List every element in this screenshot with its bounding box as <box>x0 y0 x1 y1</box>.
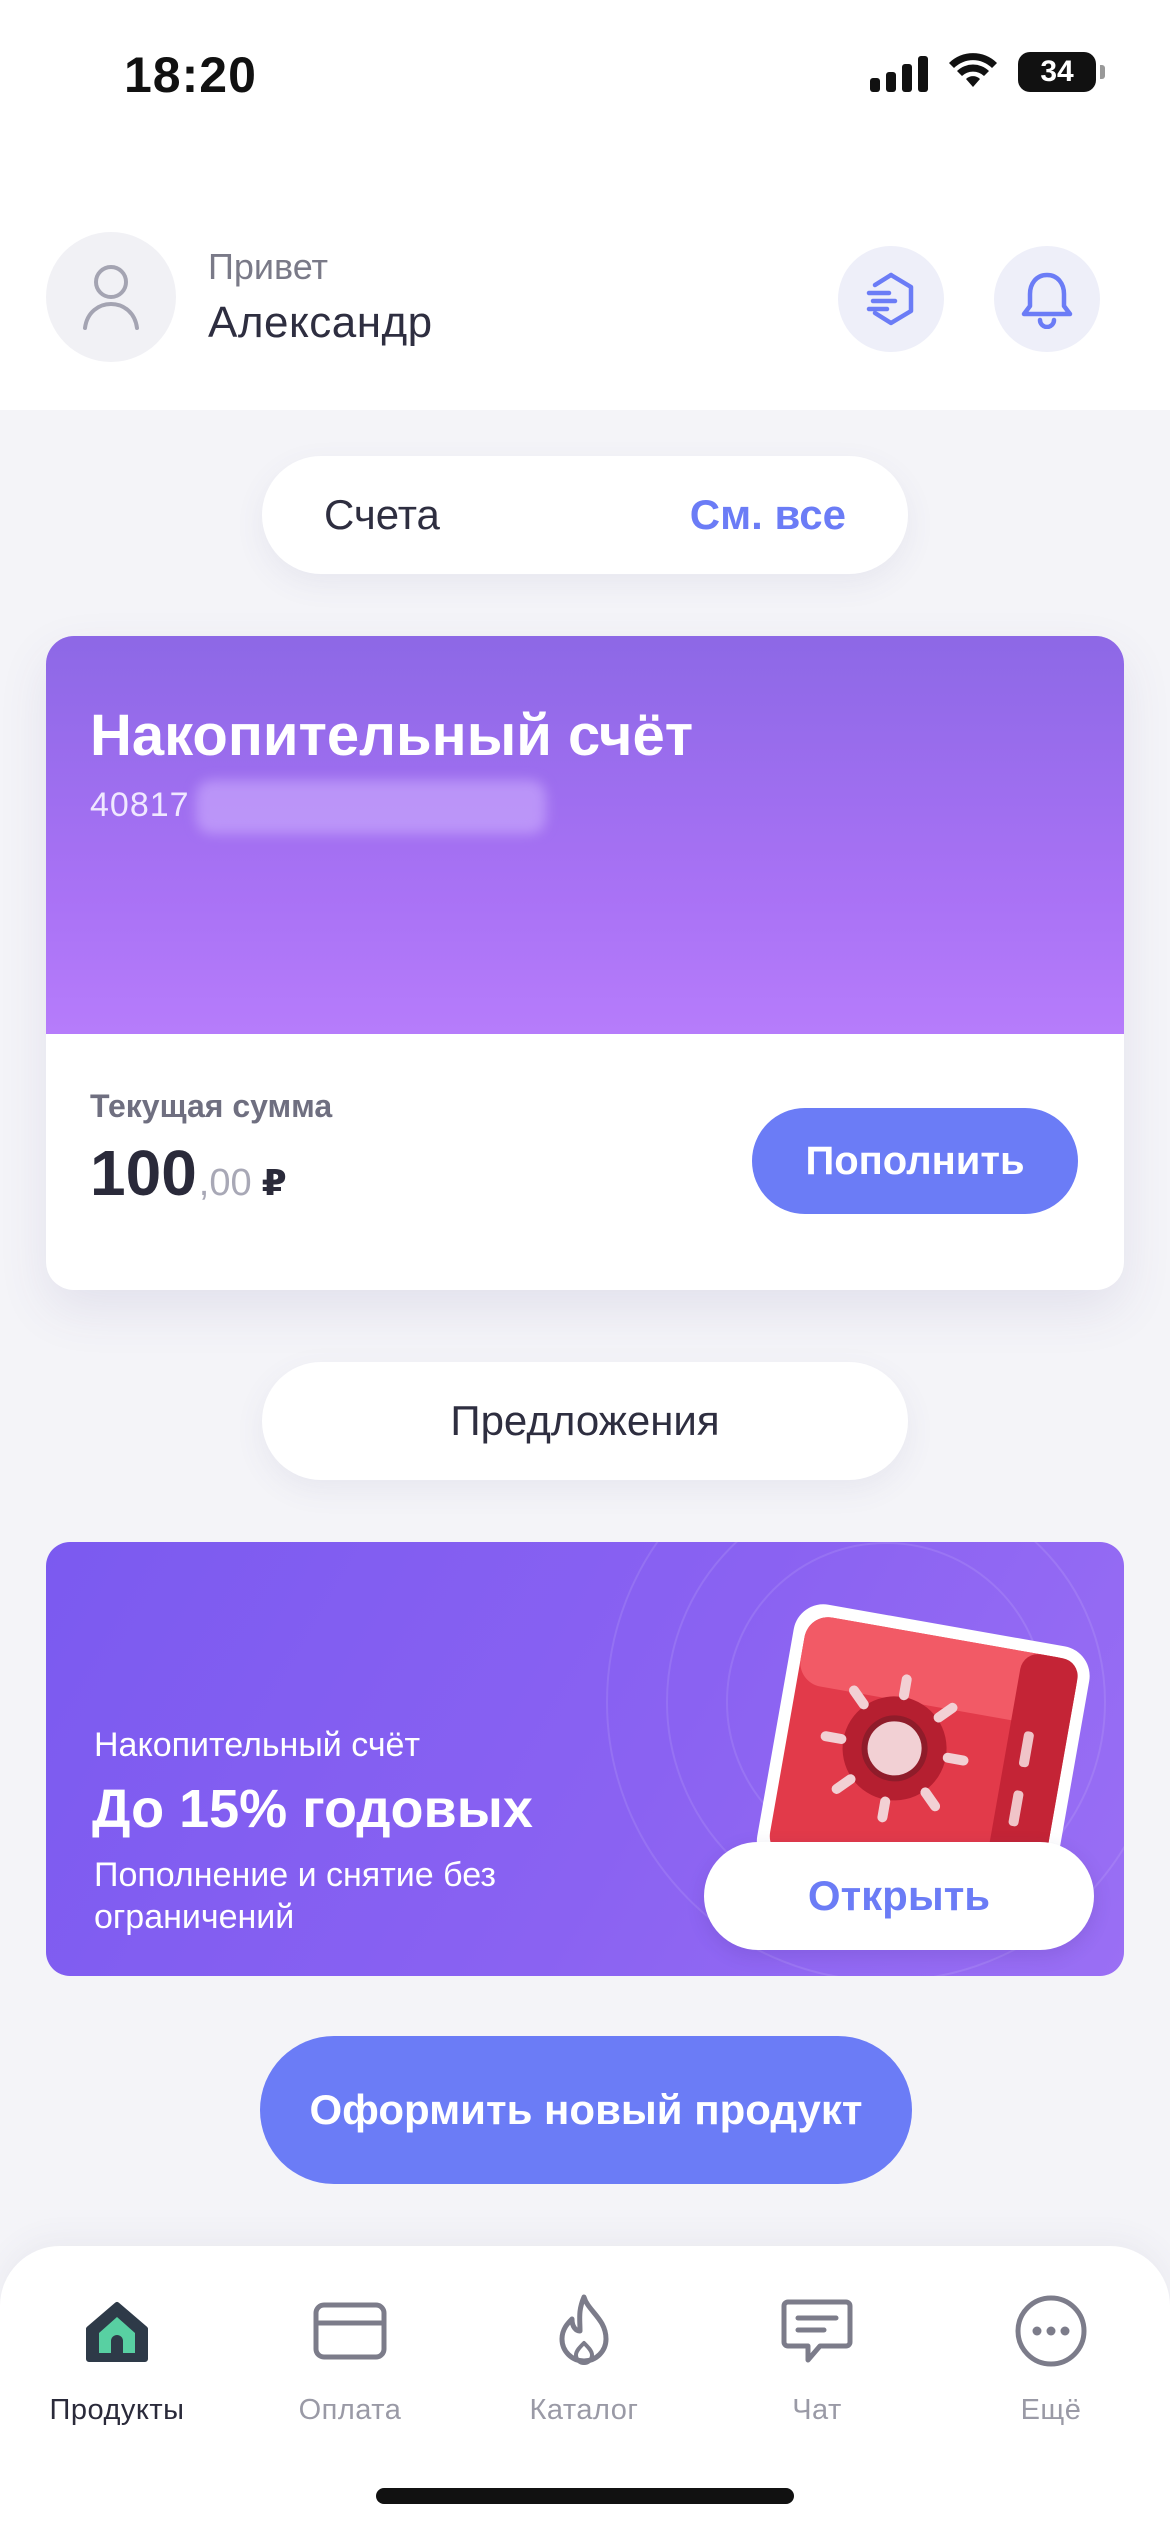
home-indicator[interactable] <box>376 2488 794 2504</box>
greeting-text: Привет <box>208 246 329 287</box>
status-bar: 18:20 34 <box>0 0 1170 150</box>
user-name: Александр <box>208 298 433 347</box>
account-card[interactable]: Накопительный счёт 40817 Текущая сумма 1… <box>46 636 1124 1290</box>
status-time: 18:20 <box>124 47 257 103</box>
status-icons: 34 <box>870 52 1105 92</box>
sum-cents: ,00 <box>198 1162 252 1204</box>
offer-banner[interactable]: Накопительный счёт До 15% годовых Пополн… <box>46 1542 1124 1976</box>
tab-catalog[interactable]: Каталог <box>484 2286 684 2427</box>
tab-more[interactable]: Ещё <box>951 2286 1151 2427</box>
exchange-button[interactable] <box>838 246 944 352</box>
currency-symbol: ₽ <box>261 1162 287 1203</box>
offer-subtitle: Накопительный счёт <box>94 1726 421 1764</box>
exchange-icon <box>866 272 914 326</box>
bell-icon <box>1021 272 1073 329</box>
accounts-title: Счета <box>324 491 440 538</box>
flame-icon <box>559 2294 609 2365</box>
wifi-icon <box>949 53 997 87</box>
avatar[interactable] <box>46 232 176 362</box>
offers-title: Предложения <box>450 1397 720 1444</box>
battery-icon: 34 <box>1018 52 1105 92</box>
account-title: Накопительный счёт <box>90 703 694 768</box>
user-icon <box>83 265 139 330</box>
account-number-mask <box>196 780 546 834</box>
tab-chat[interactable]: Чат <box>717 2286 917 2427</box>
notifications-button[interactable] <box>994 246 1100 352</box>
refill-button[interactable]: Пополнить <box>752 1108 1078 1214</box>
tab-catalog-label: Каталог <box>529 2394 639 2426</box>
header: Привет Александр <box>0 150 1170 410</box>
tab-products[interactable]: Продукты <box>17 2286 217 2427</box>
home-icon <box>86 2302 148 2362</box>
new-product-button[interactable]: Оформить новый продукт <box>260 2036 912 2184</box>
sum-main: 100 <box>90 1137 197 1209</box>
tab-payment[interactable]: Оплата <box>250 2286 450 2427</box>
tab-more-label: Ещё <box>1020 2394 1082 2426</box>
chat-icon <box>781 2299 853 2363</box>
see-all-link[interactable]: См. все <box>690 491 846 539</box>
offer-description: Пополнение и снятие без ограничений <box>94 1856 496 1936</box>
sum-value: 100 ,00 ₽ <box>90 1136 287 1210</box>
tab-chat-label: Чат <box>792 2394 842 2426</box>
accounts-header: Счета См. все <box>262 456 908 574</box>
tab-payment-label: Оплата <box>298 2394 402 2426</box>
tab-products-label: Продукты <box>49 2394 185 2426</box>
offer-title: До 15% годовых <box>92 1779 533 1839</box>
account-card-header: Накопительный счёт 40817 <box>46 636 1124 1034</box>
sum-label: Текущая сумма <box>90 1088 333 1124</box>
battery-level: 34 <box>1040 55 1074 88</box>
more-icon <box>1015 2295 1087 2367</box>
signal-icon <box>870 52 928 92</box>
card-icon <box>313 2302 387 2360</box>
safe-icon <box>756 1604 1090 1882</box>
offers-header: Предложения <box>262 1362 908 1480</box>
open-button[interactable]: Открыть <box>704 1842 1094 1950</box>
account-number: 40817 <box>90 786 190 824</box>
